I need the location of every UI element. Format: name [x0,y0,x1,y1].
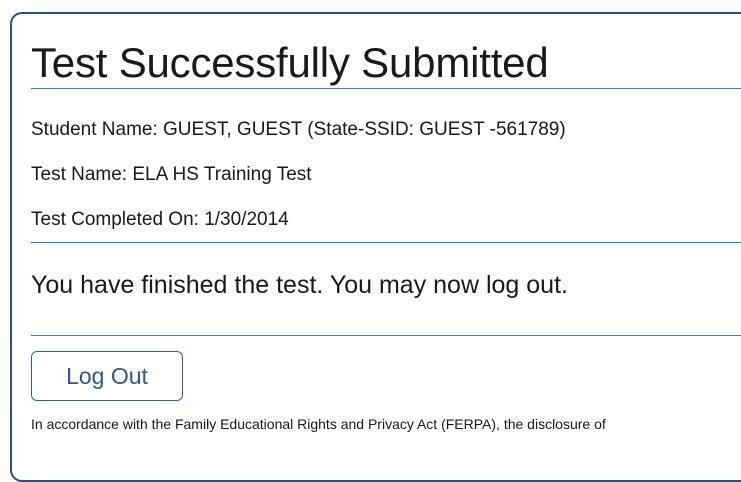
submission-panel: Test Successfully Submitted Student Name… [10,12,741,482]
log-out-button[interactable]: Log Out [31,351,183,401]
finished-message: You have finished the test. You may now … [31,271,568,299]
ferpa-notice: In accordance with the Family Educationa… [31,416,606,432]
student-name-line: Student Name: GUEST, GUEST (State-SSID: … [31,119,566,140]
info-divider [31,242,741,243]
message-divider [31,335,741,336]
button-row: Log Out [31,351,741,401]
title-divider [31,88,741,89]
completed-on-line: Test Completed On: 1/30/2014 [31,209,289,230]
page-title: Test Successfully Submitted [31,39,549,86]
panel-content: Test Successfully Submitted Student Name… [31,34,741,431]
test-name-line: Test Name: ELA HS Training Test [31,164,312,185]
